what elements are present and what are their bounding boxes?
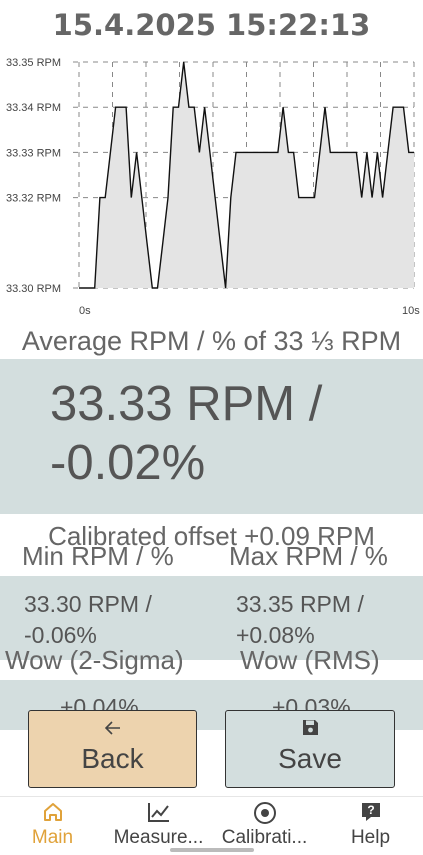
max-value: 33.35 RPM / +0.08% — [236, 591, 364, 648]
nav-label-measure: Measure... — [113, 827, 204, 848]
nav-label-help: Help — [350, 827, 391, 848]
nav-item-calibration[interactable]: Calibrati... — [212, 797, 317, 849]
back-button-label: Back — [81, 743, 144, 774]
y-tick-label: 33.33 RPM — [6, 147, 61, 159]
y-tick-label: 33.34 RPM — [6, 102, 61, 114]
rpm-chart: 33.35 RPM 33.34 RPM 33.33 RPM 33.32 RPM 33.3… — [6, 57, 420, 317]
chart-line-icon — [106, 801, 211, 827]
arrow-left-icon — [29, 719, 196, 739]
average-panel: 33.33 RPM / -0.02% — [0, 359, 423, 514]
back-button[interactable]: Back — [28, 710, 197, 788]
nav-label-main: Main — [31, 827, 74, 848]
nav-label-calibration: Calibrati... — [221, 827, 308, 848]
average-value: 33.33 RPM / -0.02% — [50, 377, 323, 490]
x-tick-label: 10s — [402, 305, 420, 317]
bottom-navigation: Main Measure... Calibrati... ? Help — [0, 796, 423, 855]
wow-rms-title: Wow (RMS) — [240, 645, 380, 675]
timestamp: 15.4.2025 15:22:13 — [52, 8, 371, 42]
wow-sigma-title: Wow (2-Sigma) — [5, 645, 184, 675]
y-tick-label: 33.32 RPM — [6, 193, 61, 205]
nav-item-main[interactable]: Main — [0, 797, 105, 849]
nav-item-measure[interactable]: Measure... — [106, 797, 211, 849]
nav-item-help[interactable]: ? Help — [318, 797, 423, 849]
y-axis-ticks: 33.35 RPM 33.34 RPM 33.33 RPM 33.32 RPM 33.3… — [6, 57, 61, 295]
svg-text:?: ? — [367, 803, 374, 817]
y-tick-label: 33.30 RPM — [6, 283, 61, 295]
help-icon: ? — [318, 801, 423, 827]
save-button-label: Save — [278, 743, 342, 774]
target-icon — [212, 801, 317, 827]
x-tick-label: 0s — [79, 305, 91, 317]
home-icon — [0, 801, 105, 827]
home-indicator — [170, 848, 254, 852]
average-title: Average RPM / % of 33 ⅓ RPM — [21, 326, 402, 356]
y-tick-label: 33.35 RPM — [6, 57, 61, 69]
min-title: Min RPM / % — [22, 541, 174, 571]
save-button[interactable]: Save — [225, 710, 395, 788]
min-value: 33.30 RPM / -0.06% — [24, 591, 152, 648]
floppy-disk-icon — [226, 719, 394, 739]
x-axis-ticks: 0s 10s — [79, 305, 420, 317]
max-title: Max RPM / % — [229, 541, 388, 571]
